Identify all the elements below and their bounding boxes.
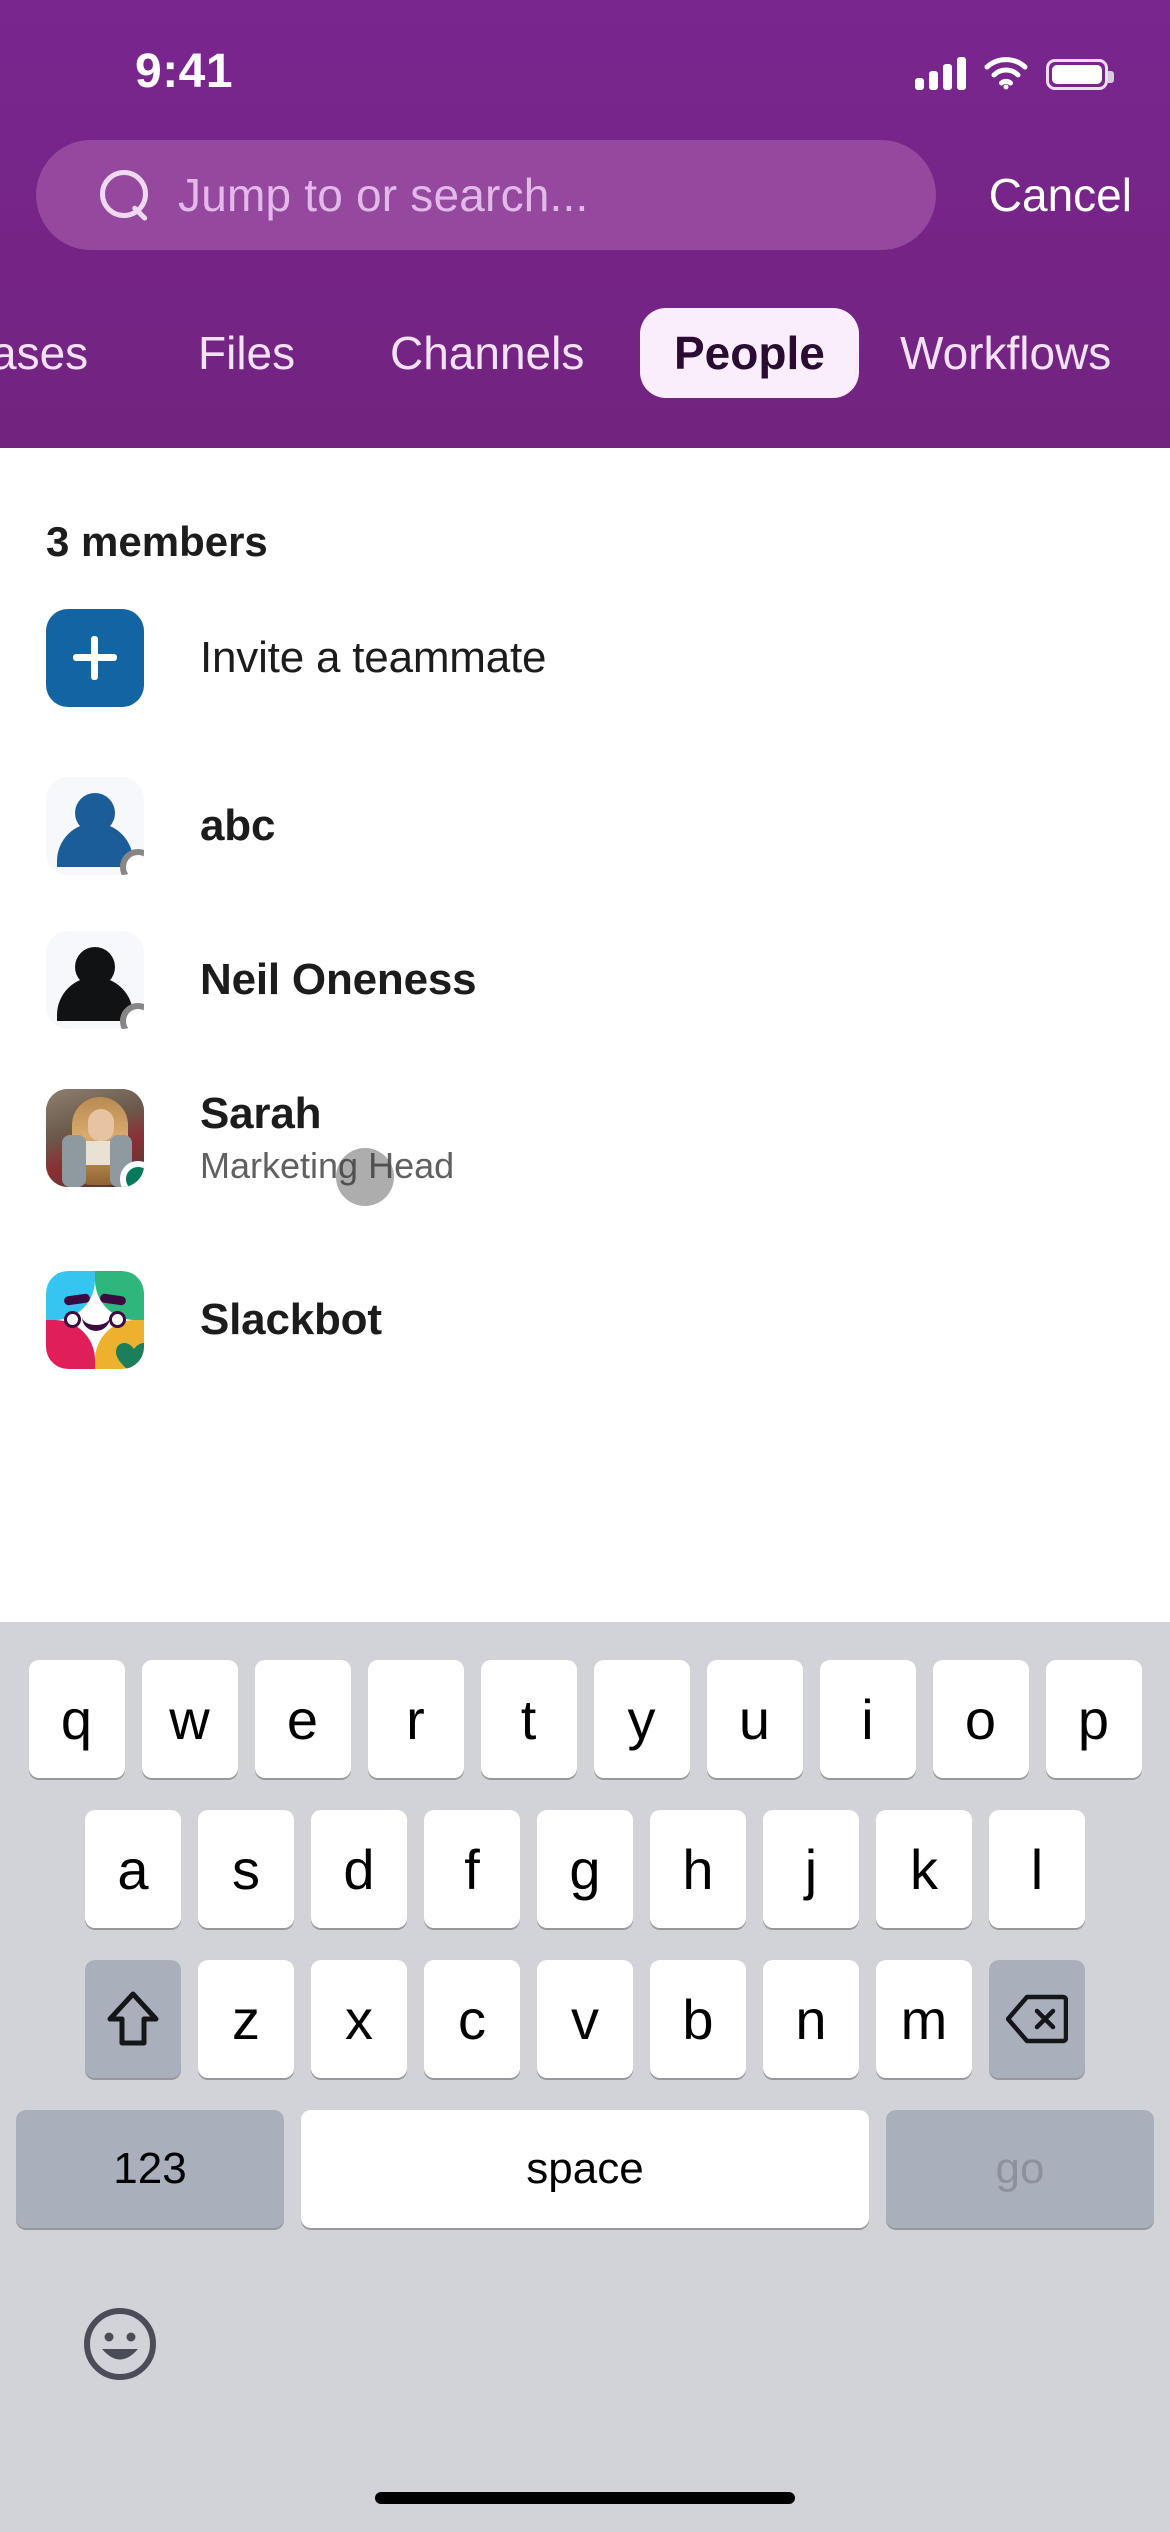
cellular-signal-icon bbox=[915, 56, 966, 90]
person-silhouette-blue-avatar bbox=[46, 777, 144, 875]
member-name-block: Sarah Marketing Head bbox=[200, 1089, 454, 1187]
status-bar-time: 9:41 bbox=[135, 45, 234, 98]
cancel-button[interactable]: Cancel bbox=[989, 140, 1132, 250]
keyboard-row-2: a s d f g h j k l bbox=[0, 1810, 1170, 1928]
shift-icon[interactable] bbox=[85, 1960, 181, 2078]
search-row: Jump to or search... Cancel bbox=[0, 140, 1170, 250]
key-f[interactable]: f bbox=[424, 1810, 520, 1928]
tab-channels[interactable]: Channels bbox=[390, 308, 584, 398]
section-title-members: 3 members bbox=[46, 518, 268, 565]
photo-avatar bbox=[46, 1089, 144, 1187]
key-k[interactable]: k bbox=[876, 1810, 972, 1928]
go-key[interactable]: go bbox=[886, 2110, 1154, 2228]
key-g[interactable]: g bbox=[537, 1810, 633, 1928]
list-item-member[interactable]: Sarah Marketing Head bbox=[46, 1078, 1126, 1198]
key-p[interactable]: p bbox=[1045, 1660, 1142, 1778]
key-w[interactable]: w bbox=[141, 1660, 238, 1778]
wifi-icon bbox=[984, 56, 1028, 90]
tab-people[interactable]: People bbox=[640, 308, 859, 398]
key-t[interactable]: t bbox=[480, 1660, 577, 1778]
key-x[interactable]: x bbox=[311, 1960, 407, 2078]
on-screen-keyboard: q w e r t y u i o p a s d f g h j k l z … bbox=[0, 1622, 1170, 2532]
search-icon bbox=[98, 168, 152, 222]
key-a[interactable]: a bbox=[85, 1810, 181, 1928]
list-item-invite-teammate[interactable]: Invite a teammate bbox=[46, 598, 1126, 718]
tab-canvases[interactable]: vases bbox=[0, 308, 88, 398]
key-b[interactable]: b bbox=[650, 1960, 746, 2078]
slack-search-people-screen: 9:41 Jump to or search... Cancel ases Fi… bbox=[0, 0, 1170, 2532]
slackbot-avatar bbox=[46, 1271, 144, 1369]
person-silhouette-black-avatar bbox=[46, 931, 144, 1029]
plus-icon bbox=[46, 609, 144, 707]
key-l[interactable]: l bbox=[989, 1810, 1085, 1928]
tab-files[interactable]: Files bbox=[198, 308, 295, 398]
invite-teammate-label: Invite a teammate bbox=[200, 633, 547, 682]
key-v[interactable]: v bbox=[537, 1960, 633, 2078]
heart-badge-icon bbox=[114, 1341, 144, 1369]
list-item-member[interactable]: Slackbot bbox=[46, 1260, 1126, 1380]
key-o[interactable]: o bbox=[932, 1660, 1029, 1778]
member-name: Sarah bbox=[200, 1089, 322, 1138]
search-placeholder: Jump to or search... bbox=[178, 169, 589, 221]
key-d[interactable]: d bbox=[311, 1810, 407, 1928]
tab-workflows[interactable]: Workflows bbox=[900, 308, 1111, 398]
keyboard-row-1: q w e r t y u i o p bbox=[0, 1660, 1170, 1778]
key-q[interactable]: q bbox=[28, 1660, 125, 1778]
member-name: abc bbox=[200, 801, 276, 850]
results-panel: 3 members Invite a teammate abc Neil One… bbox=[0, 448, 1170, 1622]
keyboard-row-4: 123 space go bbox=[0, 2110, 1170, 2228]
key-u[interactable]: u bbox=[706, 1660, 803, 1778]
status-bar: 9:41 bbox=[0, 0, 1170, 110]
space-key[interactable]: space bbox=[301, 2110, 869, 2228]
app-header: 9:41 Jump to or search... Cancel ases Fi… bbox=[0, 0, 1170, 448]
key-c[interactable]: c bbox=[424, 1960, 520, 2078]
battery-full-icon bbox=[1046, 59, 1114, 90]
search-filter-tabs: vases Files Channels People Workflows bbox=[0, 308, 1170, 418]
key-z[interactable]: z bbox=[198, 1960, 294, 2078]
member-name: Slackbot bbox=[200, 1295, 382, 1344]
emoji-smiley-icon[interactable] bbox=[82, 2306, 158, 2382]
key-h[interactable]: h bbox=[650, 1810, 746, 1928]
search-input[interactable]: Jump to or search... bbox=[36, 140, 936, 250]
key-j[interactable]: j bbox=[763, 1810, 859, 1928]
numbers-key[interactable]: 123 bbox=[16, 2110, 284, 2228]
key-s[interactable]: s bbox=[198, 1810, 294, 1928]
key-y[interactable]: y bbox=[593, 1660, 690, 1778]
backspace-icon[interactable] bbox=[989, 1960, 1085, 2078]
keyboard-row-3: z x c v b n m bbox=[0, 1960, 1170, 2078]
status-bar-icons bbox=[915, 48, 1114, 90]
key-e[interactable]: e bbox=[254, 1660, 351, 1778]
member-name: Neil Oneness bbox=[200, 955, 477, 1004]
home-indicator bbox=[375, 2492, 795, 2504]
key-m[interactable]: m bbox=[876, 1960, 972, 2078]
member-subtitle: Marketing Head bbox=[200, 1145, 455, 1186]
list-item-member[interactable]: abc bbox=[46, 766, 1126, 886]
key-i[interactable]: i bbox=[819, 1660, 916, 1778]
list-item-member[interactable]: Neil Oneness bbox=[46, 920, 1126, 1040]
key-n[interactable]: n bbox=[763, 1960, 859, 2078]
key-r[interactable]: r bbox=[367, 1660, 464, 1778]
touch-indicator bbox=[336, 1148, 394, 1206]
